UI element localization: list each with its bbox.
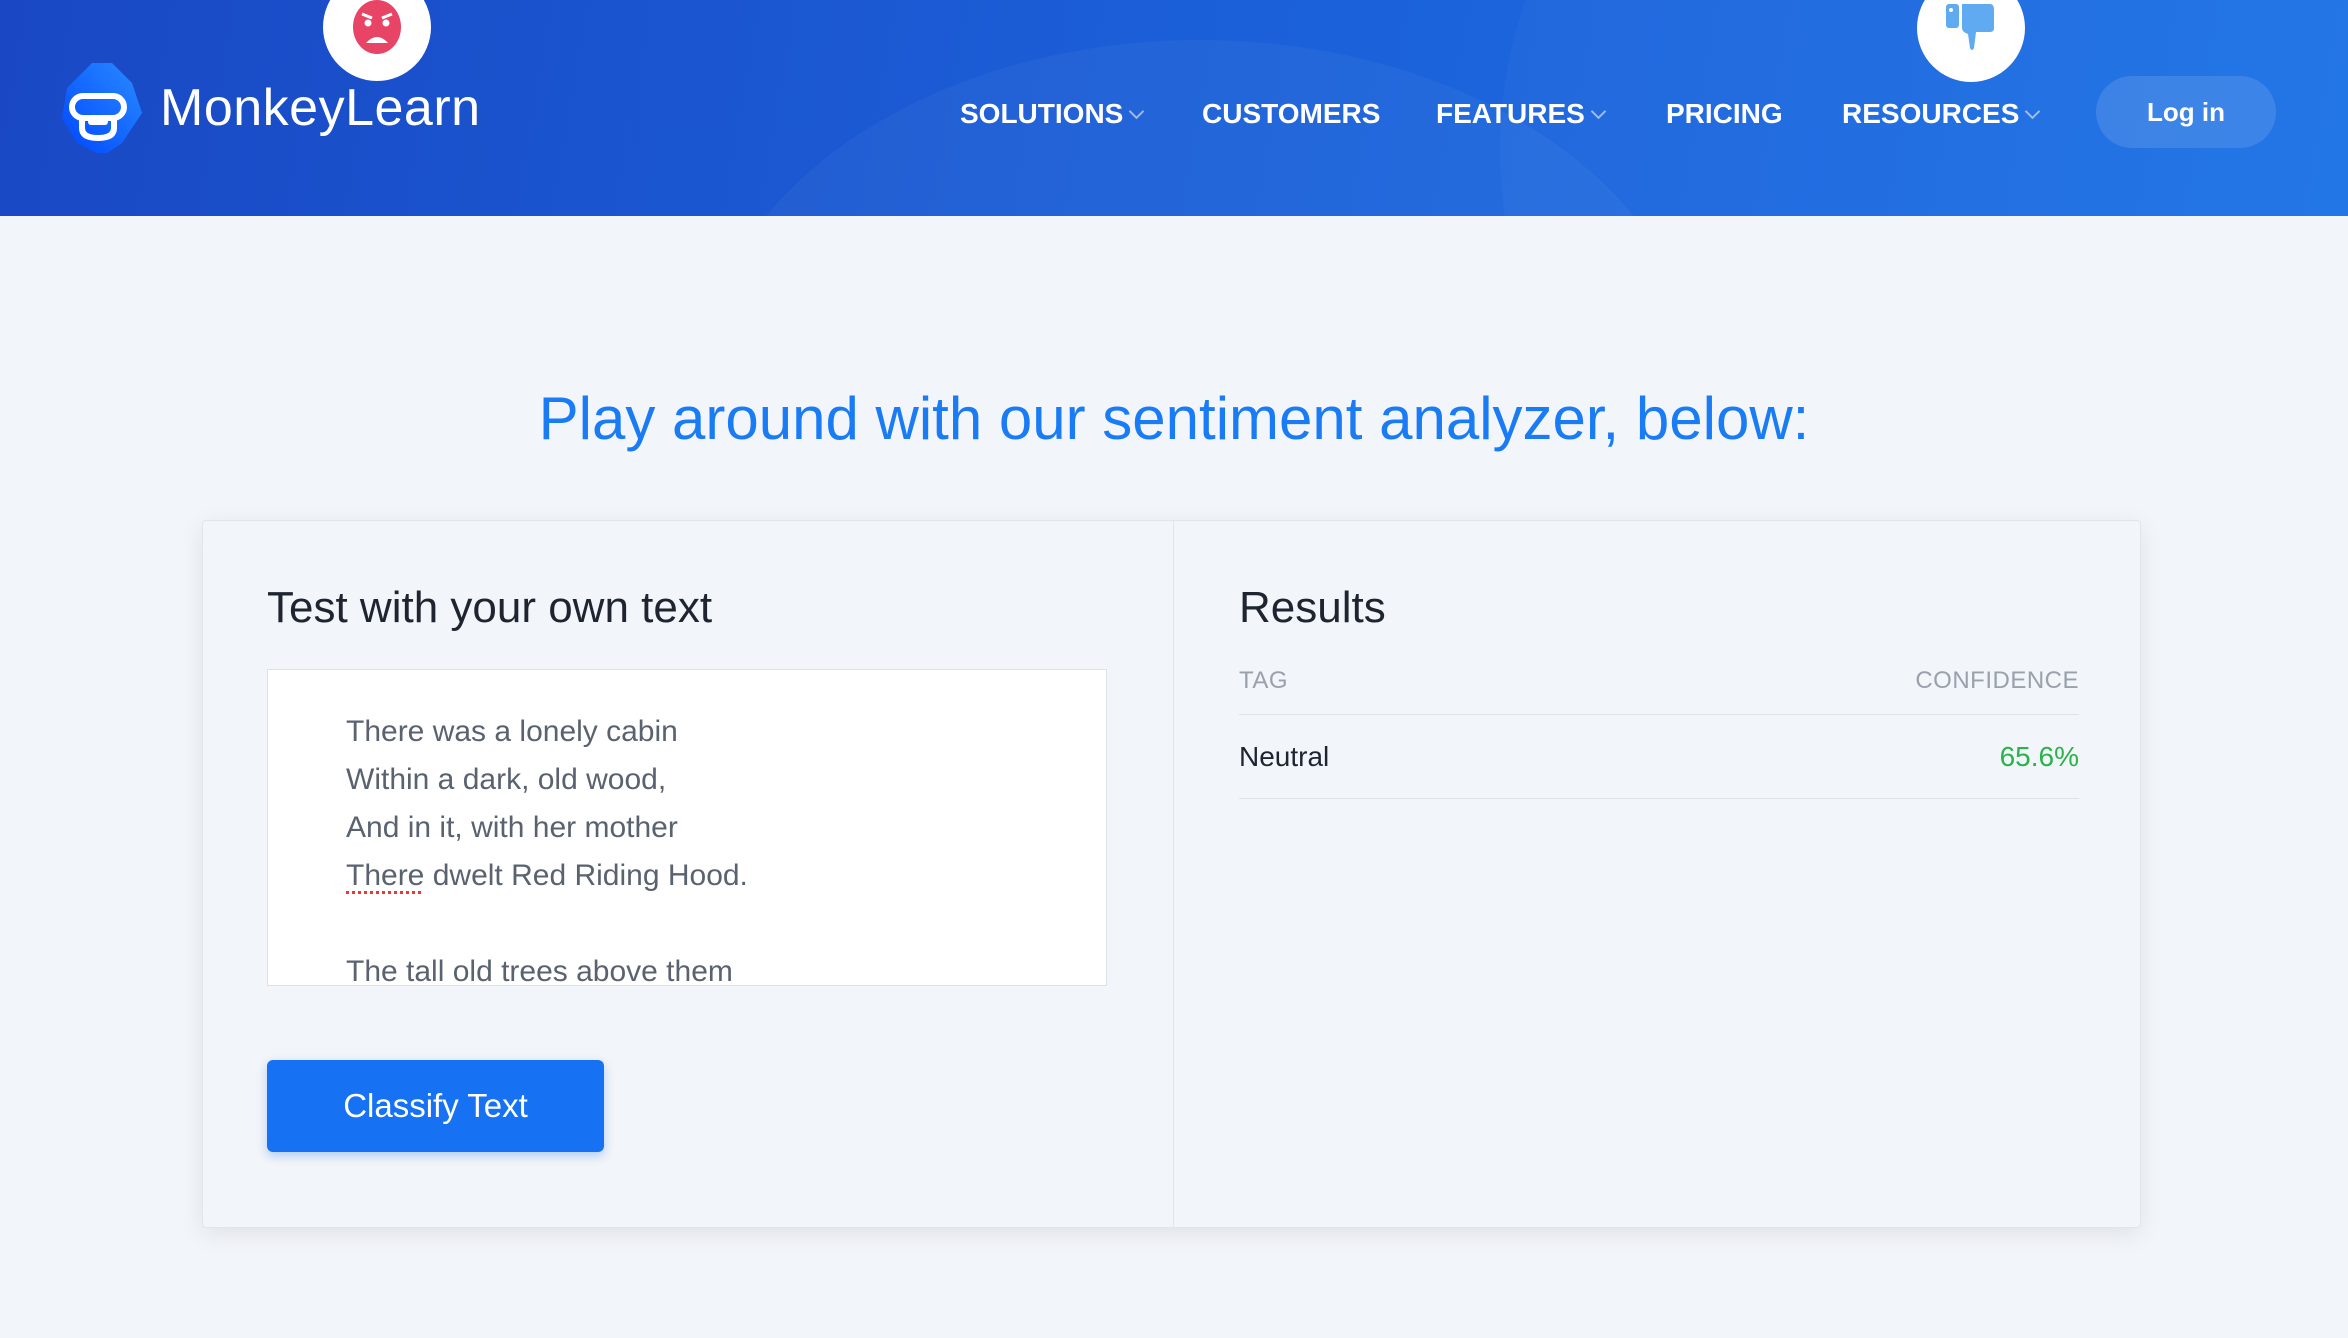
chevron-down-icon: [1129, 103, 1145, 120]
nav-label: FEATURES: [1436, 98, 1585, 129]
nav-label: PRICING: [1666, 98, 1783, 129]
column-header-confidence: CONFIDENCE: [1915, 667, 2079, 694]
page-heading: Play around with our sentiment analyzer,…: [538, 385, 1810, 452]
text-line: There dwelt Red Riding Hood.: [346, 852, 1106, 900]
nav-customers[interactable]: CUSTOMERS: [1202, 98, 1380, 130]
site-header: MonkeyLearn SOLUTIONS CUSTOMERS FEATURES…: [0, 0, 2348, 216]
panel-divider: [1173, 521, 1174, 1227]
nav-pricing[interactable]: PRICING: [1666, 98, 1783, 130]
table-divider: [1239, 714, 2079, 715]
input-panel-title: Test with your own text: [267, 583, 713, 632]
nav-label: SOLUTIONS: [960, 98, 1124, 129]
chevron-down-icon: [2025, 103, 2041, 120]
nav-resources[interactable]: RESOURCES: [1842, 98, 2041, 130]
result-tag: Neutral: [1239, 741, 1330, 772]
table-divider: [1239, 798, 2079, 799]
sentiment-analyzer-card: Test with your own text There was a lone…: [202, 520, 2141, 1228]
text-line: And in it, with her mother: [346, 811, 678, 844]
login-button[interactable]: Log in: [2096, 76, 2276, 148]
angry-face-bubble: [323, 0, 431, 81]
monkeylearn-logo-icon[interactable]: [62, 63, 142, 153]
nav-label: CUSTOMERS: [1202, 98, 1381, 129]
result-confidence: 65.6%: [1999, 741, 2079, 772]
column-header-tag: TAG: [1239, 667, 1289, 694]
thumbs-down-icon: [1946, 4, 1994, 50]
nav-label: RESOURCES: [1842, 98, 2020, 129]
text-input-area[interactable]: There was a lonely cabin Within a dark, …: [267, 669, 1107, 986]
results-title: Results: [1239, 583, 1386, 632]
nav-solutions[interactable]: SOLUTIONS: [960, 98, 1145, 130]
text-line: The tall old trees above them: [346, 955, 733, 986]
misspelled-word: There: [346, 859, 425, 892]
chevron-down-icon: [1590, 103, 1607, 120]
brand-name[interactable]: MonkeyLearn: [160, 78, 481, 138]
text-line: [346, 900, 1106, 948]
text-line: There was a lonely cabin: [346, 715, 678, 748]
text-line-rest: dwelt Red Riding Hood.: [432, 859, 748, 892]
nav-features[interactable]: FEATURES: [1436, 98, 1607, 130]
classify-text-button[interactable]: Classify Text: [267, 1060, 604, 1152]
angry-face-icon: [353, 0, 401, 54]
text-line: Within a dark, old wood,: [346, 763, 667, 796]
